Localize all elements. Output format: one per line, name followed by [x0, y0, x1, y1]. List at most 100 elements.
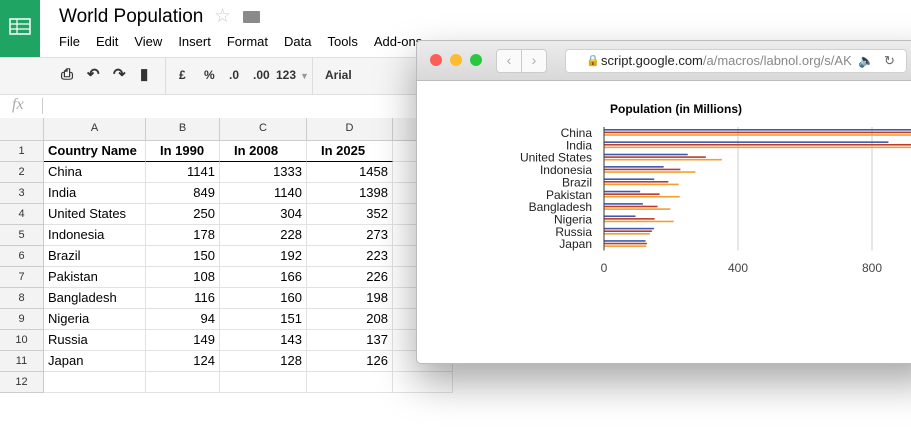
menu-data[interactable]: Data — [284, 34, 311, 49]
bar — [604, 240, 646, 242]
table-cell[interactable]: 849 — [146, 183, 220, 204]
bar — [604, 156, 706, 158]
table-cell[interactable]: Russia — [44, 330, 146, 351]
menu-file[interactable]: File — [59, 34, 80, 49]
sheets-grid-icon — [9, 18, 31, 35]
row-header[interactable]: 8 — [0, 288, 44, 309]
table-cell[interactable]: 192 — [220, 246, 307, 267]
row-header[interactable]: 11 — [0, 351, 44, 372]
bar — [604, 134, 911, 136]
bar — [604, 143, 911, 146]
currency-button[interactable]: £ — [179, 68, 186, 82]
table-cell[interactable] — [44, 372, 146, 393]
header-cell[interactable]: In 1990 — [146, 141, 220, 162]
font-select[interactable]: Arial — [325, 68, 352, 82]
x-tick-label: 400 — [728, 261, 748, 275]
table-cell[interactable]: 273 — [307, 225, 393, 246]
decrease-decimal-button[interactable]: .0 — [229, 68, 239, 82]
table-cell[interactable]: 116 — [146, 288, 220, 309]
column-header-D[interactable]: D — [307, 118, 393, 141]
bar — [604, 183, 679, 186]
table-cell[interactable]: 178 — [146, 225, 220, 246]
table-cell[interactable]: 208 — [307, 309, 393, 330]
table-cell[interactable]: 128 — [220, 351, 307, 372]
table-cell[interactable] — [393, 372, 453, 393]
header-cell[interactable]: In 2008 — [220, 141, 307, 162]
increase-decimal-button[interactable]: .00 — [253, 68, 270, 82]
table-cell[interactable]: 223 — [307, 246, 393, 267]
menu-view[interactable]: View — [134, 34, 162, 49]
table-cell[interactable]: Nigeria — [44, 309, 146, 330]
table-cell[interactable] — [220, 372, 307, 393]
bar — [604, 218, 655, 220]
table-cell[interactable]: Pakistan — [44, 267, 146, 288]
print-icon[interactable]: ⎙ — [61, 66, 73, 83]
table-cell[interactable]: 226 — [307, 267, 393, 288]
menu-format[interactable]: Format — [227, 34, 268, 49]
column-header-A[interactable]: A — [44, 118, 146, 141]
table-cell[interactable]: 304 — [220, 204, 307, 225]
menu-edit[interactable]: Edit — [96, 34, 118, 49]
menu-tools[interactable]: Tools — [327, 34, 357, 49]
table-cell[interactable] — [146, 372, 220, 393]
bar — [604, 245, 647, 247]
table-cell[interactable]: 160 — [220, 288, 307, 309]
table-cell[interactable]: 150 — [146, 246, 220, 267]
category-label: Japan — [559, 237, 592, 251]
table-cell[interactable]: 124 — [146, 351, 220, 372]
table-cell[interactable]: 1141 — [146, 162, 220, 183]
table-cell[interactable]: 228 — [220, 225, 307, 246]
table-cell[interactable]: Japan — [44, 351, 146, 372]
select-all-corner[interactable] — [0, 118, 44, 141]
table-cell[interactable]: 151 — [220, 309, 307, 330]
row-header[interactable]: 7 — [0, 267, 44, 288]
undo-icon[interactable]: ↶ — [87, 65, 100, 83]
row-header[interactable]: 1 — [0, 141, 44, 162]
table-cell[interactable]: 108 — [146, 267, 220, 288]
table-cell[interactable]: Bangladesh — [44, 288, 146, 309]
row-header[interactable]: 6 — [0, 246, 44, 267]
column-header-C[interactable]: C — [220, 118, 307, 141]
column-header-B[interactable]: B — [146, 118, 220, 141]
table-cell[interactable]: 1398 — [307, 183, 393, 204]
table-cell[interactable]: 250 — [146, 204, 220, 225]
table-cell[interactable]: Indonesia — [44, 225, 146, 246]
bar — [604, 131, 911, 134]
document-title[interactable]: World Population — [59, 6, 203, 28]
redo-icon[interactable]: ↷ — [113, 65, 126, 83]
table-cell[interactable]: Brazil — [44, 246, 146, 267]
table-cell[interactable]: 352 — [307, 204, 393, 225]
row-header[interactable]: 4 — [0, 204, 44, 225]
row-header[interactable]: 5 — [0, 225, 44, 246]
folder-icon[interactable] — [243, 11, 260, 23]
header-cell[interactable]: In 2025 — [307, 141, 393, 162]
percent-button[interactable]: % — [204, 68, 215, 82]
paint-format-icon[interactable]: ▮ — [140, 65, 148, 83]
row-header[interactable]: 9 — [0, 309, 44, 330]
table-cell[interactable]: India — [44, 183, 146, 204]
table-cell[interactable]: United States — [44, 204, 146, 225]
row-header[interactable]: 3 — [0, 183, 44, 204]
bar — [604, 181, 669, 183]
menu-insert[interactable]: Insert — [178, 34, 211, 49]
table-cell[interactable]: 126 — [307, 351, 393, 372]
row-header[interactable]: 2 — [0, 162, 44, 183]
table-cell[interactable]: 149 — [146, 330, 220, 351]
table-cell[interactable]: 166 — [220, 267, 307, 288]
menu-add-ons[interactable]: Add-ons — [374, 34, 422, 49]
row-header[interactable]: 10 — [0, 330, 44, 351]
table-cell[interactable] — [307, 372, 393, 393]
table-cell[interactable]: China — [44, 162, 146, 183]
table-cell[interactable]: 143 — [220, 330, 307, 351]
table-cell[interactable]: 94 — [146, 309, 220, 330]
row-header[interactable]: 12 — [0, 372, 44, 393]
header-cell[interactable]: Country Name — [44, 141, 146, 162]
star-icon[interactable]: ☆ — [214, 5, 231, 28]
table-cell[interactable]: 198 — [307, 288, 393, 309]
table-cell[interactable]: 1140 — [220, 183, 307, 204]
table-cell[interactable]: 1333 — [220, 162, 307, 183]
sheets-logo[interactable] — [0, 0, 40, 57]
table-cell[interactable]: 137 — [307, 330, 393, 351]
table-cell[interactable]: 1458 — [307, 162, 393, 183]
number-format-button[interactable]: 123 — [276, 68, 296, 82]
